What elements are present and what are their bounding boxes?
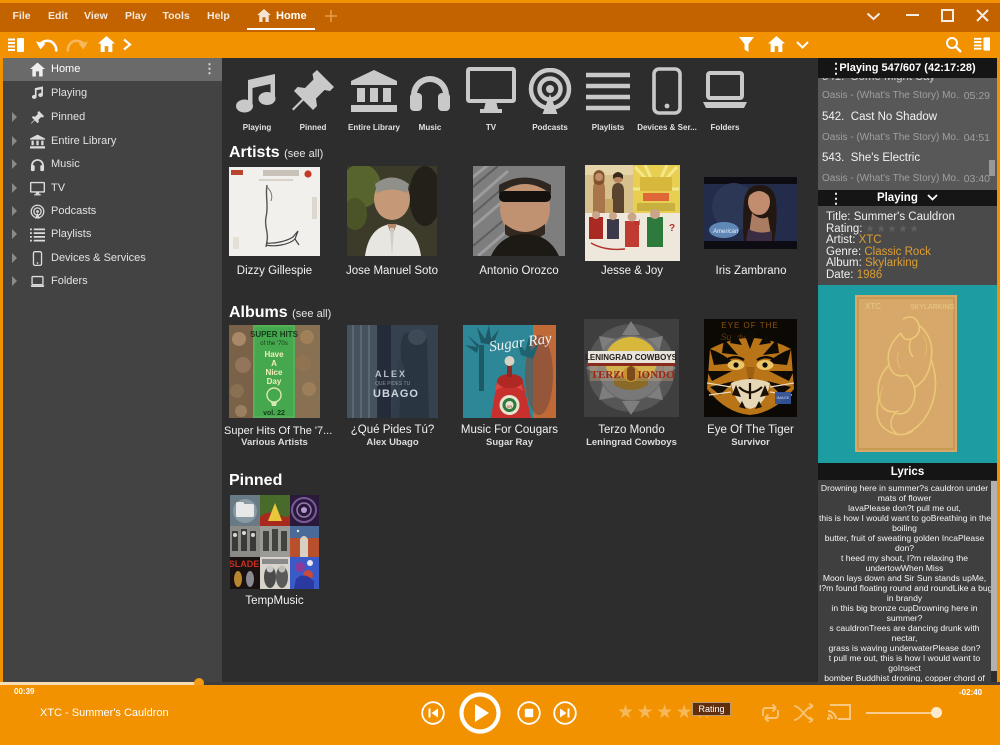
svg-text:LENINGRAD COWBOYS: LENINGRAD COWBOYS [585, 353, 678, 362]
svg-text:Day: Day [267, 377, 282, 386]
svg-text:IMAGE: IMAGE [777, 395, 790, 400]
svg-text:Nice: Nice [266, 368, 283, 377]
svg-text:UBAGO: UBAGO [373, 388, 419, 400]
svg-text:vol. 22: vol. 22 [263, 410, 285, 417]
svg-text:of the '70s: of the '70s [260, 341, 288, 347]
svg-text:SR: SR [507, 404, 513, 409]
svg-text:SUPER HITS: SUPER HITS [250, 330, 299, 339]
svg-text:Have: Have [264, 350, 284, 359]
svg-text:ALEX: ALEX [375, 369, 407, 379]
svg-text:SKYLARKING: SKYLARKING [910, 304, 955, 311]
svg-text:el: el [635, 220, 641, 227]
svg-text:QUE PIDES TU: QUE PIDES TU [375, 381, 411, 387]
svg-text:XTC: XTC [865, 302, 881, 311]
svg-text:EYE OF THE: EYE OF THE [721, 321, 778, 330]
svg-text:SLADE: SLADE [230, 559, 259, 569]
svg-text:American: American [712, 229, 739, 235]
svg-text:A: A [271, 359, 277, 368]
svg-text:?: ? [669, 223, 675, 234]
